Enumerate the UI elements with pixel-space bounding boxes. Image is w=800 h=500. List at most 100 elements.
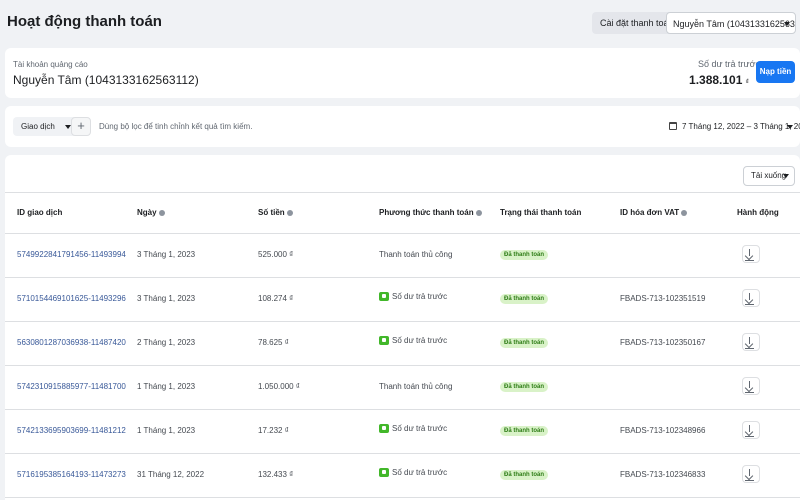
table-row: 5630801287036938-11487420 2 Tháng 1, 2023… (5, 322, 800, 366)
transaction-id-link[interactable]: 5742133695903699-11481212 (17, 426, 126, 435)
transaction-id-link[interactable]: 5716195385164193-11473273 (17, 470, 126, 479)
transaction-amount: 78.625 ₫ (258, 338, 289, 347)
status-badge: Đã thanh toán (500, 470, 548, 480)
download-invoice-button[interactable] (742, 289, 760, 307)
status-badge: Đã thanh toán (500, 250, 548, 260)
balance-label: Số dư trả trước (698, 59, 760, 69)
download-icon (745, 337, 754, 349)
balance-value: 1.388.101 ₫ (689, 73, 749, 87)
download-invoice-button[interactable] (742, 245, 760, 263)
download-icon (745, 469, 754, 481)
transaction-amount: 1.050.000 ₫ (258, 382, 300, 391)
transaction-amount: 525.000 ₫ (258, 250, 294, 259)
table-row: 5710154469101625-11493296 3 Tháng 1, 2023… (5, 278, 800, 322)
header-vat-invoice-id[interactable]: ID hóa đơn VAT (620, 208, 688, 217)
download-icon (745, 425, 754, 437)
prepaid-balance-icon (379, 292, 389, 302)
download-icon (745, 381, 754, 393)
header-date-label: Ngày (137, 208, 157, 217)
payment-method-label: Số dư trả trước (392, 292, 448, 301)
transaction-id-link[interactable]: 5710154469101625-11493296 (17, 294, 126, 303)
download-invoice-button[interactable] (742, 421, 760, 439)
payment-method-label: Số dư trả trước (392, 468, 448, 477)
info-icon (286, 209, 293, 216)
download-invoice-button[interactable] (742, 333, 760, 351)
transaction-id-link[interactable]: 5630801287036938-11487420 (17, 338, 126, 347)
account-name: Nguyễn Tâm (1043133162563112) (13, 73, 199, 87)
prepaid-balance-icon (379, 336, 389, 346)
payment-method-label: Thanh toán thủ công (379, 250, 453, 259)
header-payment-method-label: Phương thức thanh toán (379, 208, 474, 217)
vat-invoice-id: FBADS-713-102346833 (620, 470, 706, 479)
chevron-down-icon (787, 125, 793, 129)
transactions-table: Tải xuống ID giao dịch Ngày Số tiền Phươ… (5, 155, 800, 500)
header-date[interactable]: Ngày (137, 208, 165, 217)
status-badge: Đã thanh toán (500, 382, 548, 392)
date-range-label: 7 Tháng 12, 2022 – 3 Tháng 1, 2023 (682, 122, 800, 131)
account-label: Tài khoản quảng cáo (13, 60, 88, 69)
header-payment-method[interactable]: Phương thức thanh toán (379, 208, 482, 217)
info-icon (475, 209, 482, 216)
download-button[interactable]: Tải xuống (743, 166, 795, 186)
header-vat-label: ID hóa đơn VAT (620, 208, 680, 217)
download-icon (745, 249, 754, 261)
payment-method: Thanh toán thủ công (379, 250, 452, 259)
transaction-id-link[interactable]: 5749922841791456-11493994 (17, 250, 126, 259)
payment-method: Số dư trả trước (379, 336, 448, 346)
download-invoice-button[interactable] (742, 377, 760, 395)
top-bar: Hoạt động thanh toán Cài đặt thanh toán … (0, 0, 800, 44)
transaction-type-dropdown[interactable]: Giao dịch (13, 117, 77, 136)
download-label: Tải xuống (751, 171, 787, 180)
payment-method-label: Số dư trả trước (392, 424, 448, 433)
table-row: 5742310915885977-11481700 1 Tháng 1, 2023… (5, 366, 800, 410)
table-row: 5749922841791456-11493994 3 Tháng 1, 2023… (5, 234, 800, 278)
transaction-date: 2 Tháng 1, 2023 (137, 338, 196, 347)
payment-method-label: Số dư trả trước (392, 336, 448, 345)
calendar-icon (669, 122, 677, 130)
filter-hint: Dùng bộ lọc để tinh chỉnh kết quả tìm ki… (99, 122, 253, 131)
payment-method: Số dư trả trước (379, 468, 448, 478)
transaction-date: 3 Tháng 1, 2023 (137, 294, 196, 303)
chevron-down-icon (64, 125, 71, 129)
prepaid-balance-icon (379, 424, 389, 434)
download-invoice-button[interactable] (742, 465, 760, 483)
add-filter-button[interactable]: + (71, 117, 91, 136)
account-selector[interactable]: Nguyễn Tâm (1043133162563112) (666, 12, 796, 34)
page-title: Hoạt động thanh toán (7, 13, 162, 30)
transaction-amount: 108.274 ₫ (258, 294, 294, 303)
status-badge: Đã thanh toán (500, 426, 548, 436)
header-payment-status: Trạng thái thanh toán (500, 208, 582, 217)
plus-icon: + (77, 118, 85, 133)
transaction-id-link[interactable]: 5742310915885977-11481700 (17, 382, 126, 391)
prepaid-balance-icon (379, 468, 389, 478)
table-row: 5742133695903699-11481212 1 Tháng 1, 2023… (5, 410, 800, 454)
top-up-button[interactable]: Nạp tiền (756, 61, 795, 83)
vat-invoice-id: FBADS-713-102351519 (620, 294, 706, 303)
header-amount-label: Số tiền (258, 208, 285, 217)
balance-amount: 1.388.101 (689, 73, 743, 87)
chevron-down-icon (784, 22, 790, 26)
transaction-date: 1 Tháng 1, 2023 (137, 382, 196, 391)
download-icon (745, 293, 754, 305)
vat-invoice-id: FBADS-713-102350167 (620, 338, 706, 347)
filter-bar: Giao dịch + Dùng bộ lọc để tinh chỉnh kế… (5, 106, 800, 147)
transaction-type-label: Giao dịch (21, 122, 55, 131)
payment-method: Số dư trả trước (379, 424, 448, 434)
transaction-amount: 17.232 ₫ (258, 426, 289, 435)
transaction-date: 3 Tháng 1, 2023 (137, 250, 196, 259)
transaction-date: 31 Tháng 12, 2022 (137, 470, 205, 479)
status-badge: Đã thanh toán (500, 294, 548, 304)
payment-method-label: Thanh toán thủ công (379, 382, 453, 391)
info-icon (158, 209, 165, 216)
header-action: Hành động (737, 208, 779, 217)
chevron-down-icon (783, 174, 789, 178)
status-badge: Đã thanh toán (500, 338, 548, 348)
table-row: 5716195385164193-11473273 31 Tháng 12, 20… (5, 454, 800, 498)
divider (5, 192, 800, 193)
header-amount[interactable]: Số tiền (258, 208, 293, 217)
balance-currency: ₫ (745, 79, 749, 86)
transaction-date: 1 Tháng 1, 2023 (137, 426, 196, 435)
header-transaction-id: ID giao dịch (17, 208, 63, 217)
date-range-picker[interactable]: 7 Tháng 12, 2022 – 3 Tháng 1, 2023 (663, 117, 800, 136)
info-icon (681, 209, 688, 216)
